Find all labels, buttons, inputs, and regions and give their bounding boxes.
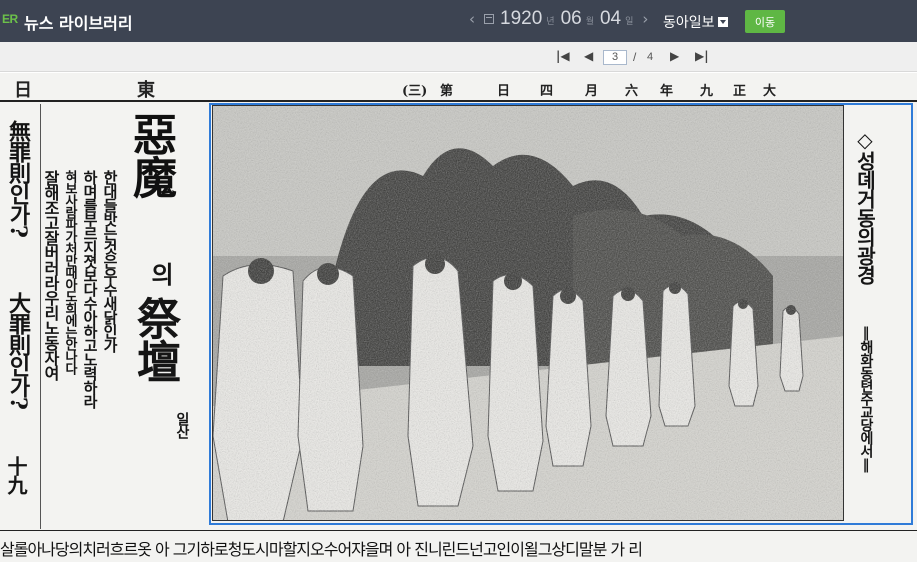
newspaper-select[interactable]: 동아일보: [663, 12, 728, 32]
first-page-icon[interactable]: |◀: [556, 49, 570, 63]
day-unit: 일: [625, 17, 634, 27]
article-selection-box[interactable]: [209, 103, 913, 525]
page-separator: /: [633, 50, 637, 64]
left-column-heading: 無罪則인가?: [5, 120, 31, 237]
article-line: 혀보사람파가처만때아도희에는안나다: [62, 170, 77, 374]
calendar-icon[interactable]: [484, 14, 494, 24]
masthead-char: 正: [733, 84, 747, 99]
day-value[interactable]: 04: [600, 8, 621, 30]
top-bar: ER 뉴스 라이브러리 ‹ 1920 년 06 월 04 일 › 동아일보 이동: [0, 0, 917, 42]
masthead-char: 九: [700, 84, 714, 99]
body-text-row: 살롤아나당의치러흐르옷 아 그기하로청도시마할지오수어쟈을며 아 진니린드넌고인…: [0, 540, 643, 559]
year-unit: 년: [546, 17, 555, 27]
article-line: 하며를부르지졋보다수아하고노력하라: [81, 170, 99, 408]
year-value[interactable]: 1920: [500, 8, 542, 30]
column-rule: [0, 530, 917, 531]
app-title[interactable]: 뉴스 라이브러리: [24, 10, 133, 34]
month-value[interactable]: 06: [561, 8, 582, 30]
page-toolbar: [0, 42, 917, 72]
next-page-icon[interactable]: ▶: [670, 49, 679, 63]
masthead-char: 日: [14, 80, 32, 101]
headline-subtitle: 일산: [174, 412, 190, 438]
prev-date-icon[interactable]: ‹: [466, 10, 478, 28]
page-number-input[interactable]: 3: [603, 50, 627, 65]
last-page-icon[interactable]: ▶|: [695, 49, 709, 63]
masthead-char: 日: [497, 84, 511, 99]
masthead-char: (三): [402, 84, 428, 99]
prev-page-icon[interactable]: ◀: [584, 49, 593, 63]
next-date-icon[interactable]: ›: [639, 10, 651, 28]
total-pages: 4: [647, 51, 654, 63]
masthead-char: 四: [540, 84, 554, 99]
article-line: 한대들밧는것은우수새닭인가: [101, 170, 119, 352]
masthead-char: 年: [660, 84, 674, 99]
headline-hanja-2: 祭壇: [129, 296, 180, 382]
left-column-heading: 大罪則인가?: [5, 292, 31, 409]
month-unit: 월: [585, 17, 594, 27]
masthead-char: 東: [137, 80, 155, 101]
masthead-char: 六: [625, 84, 639, 99]
chevron-down-icon: [717, 17, 728, 27]
masthead-char: 月: [585, 84, 599, 99]
app-logo[interactable]: ER: [2, 12, 18, 26]
go-button[interactable]: 이동: [745, 10, 785, 33]
masthead-char: 第: [440, 84, 454, 99]
newspaper-select-value: 동아일보: [663, 15, 715, 31]
masthead-rule: [0, 100, 917, 102]
article-line: 잘해조고잘버러라우리노동자여: [41, 170, 60, 380]
left-column-number: 十九: [4, 456, 28, 494]
masthead-char: 大: [763, 84, 777, 99]
headline-hanja: 惡魔: [125, 112, 176, 198]
date-navigator: ‹ 1920 년 06 월 04 일 ›: [466, 8, 651, 34]
